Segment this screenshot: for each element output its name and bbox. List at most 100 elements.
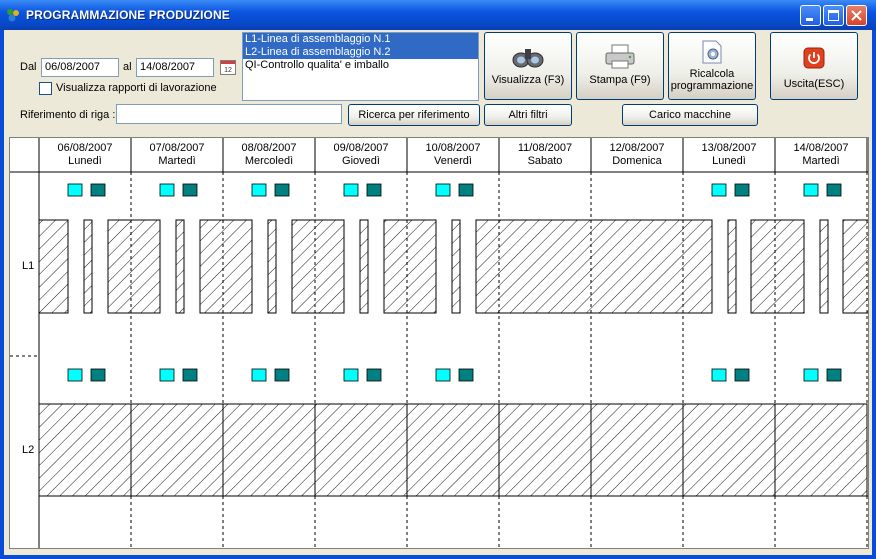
l1-production-block bbox=[842, 219, 868, 314]
marker-dark bbox=[274, 368, 290, 382]
day-header: 06/08/2007 Lunedì bbox=[39, 142, 131, 168]
l1-production-block bbox=[750, 219, 805, 314]
l1-production-block bbox=[451, 219, 461, 314]
title-bar[interactable]: PROGRAMMAZIONE PRODUZIONE bbox=[0, 0, 876, 30]
day-header: 12/08/2007 Domenica bbox=[591, 142, 683, 168]
day-header: 10/08/2007 Venerdì bbox=[407, 142, 499, 168]
list-item-l2[interactable]: L2-Linea di assemblaggio N.2 bbox=[243, 46, 478, 59]
stampa-label: Stampa (F9) bbox=[589, 74, 651, 86]
carico-macchine-button[interactable]: Carico macchine bbox=[622, 104, 758, 126]
l2-production-block bbox=[38, 403, 132, 497]
list-item-qi[interactable]: QI-Controllo qualita' e imballo bbox=[243, 59, 478, 72]
marker-dark bbox=[182, 368, 198, 382]
day-header: 09/08/2007 Giovedì bbox=[315, 142, 407, 168]
stampa-button[interactable]: Stampa (F9) bbox=[576, 32, 664, 100]
day-date: 07/08/2007 bbox=[149, 142, 205, 154]
l2-production-block bbox=[314, 403, 408, 497]
marker-dark bbox=[274, 183, 290, 197]
l2-production-block bbox=[406, 403, 500, 497]
day-date: 06/08/2007 bbox=[57, 142, 113, 154]
day-date: 08/08/2007 bbox=[241, 142, 297, 154]
close-button[interactable] bbox=[846, 5, 867, 26]
day-date: 10/08/2007 bbox=[425, 142, 481, 154]
marker-light bbox=[803, 368, 819, 382]
marker-dark bbox=[826, 183, 842, 197]
marker-light bbox=[159, 368, 175, 382]
al-date-input[interactable]: 14/08/2007 bbox=[136, 58, 214, 77]
l1-production-block bbox=[38, 219, 69, 314]
visualizza-button[interactable]: Visualizza (F3) bbox=[484, 32, 572, 100]
l1-production-block bbox=[383, 219, 437, 314]
day-weekday: Lunedì bbox=[68, 155, 102, 167]
window-title: PROGRAMMAZIONE PRODUZIONE bbox=[26, 8, 230, 22]
day-weekday: Giovedì bbox=[342, 155, 380, 167]
window: PROGRAMMAZIONE PRODUZIONE Dal 06/08/2007… bbox=[0, 0, 876, 559]
riferimento-input[interactable] bbox=[116, 104, 342, 124]
l2-production-block bbox=[774, 403, 868, 497]
l2-production-block bbox=[682, 403, 776, 497]
marker-dark bbox=[182, 183, 198, 197]
calendar-icon[interactable]: 12 bbox=[219, 58, 237, 76]
ricalcola-label-line1: Ricalcola bbox=[689, 68, 735, 80]
minimize-icon bbox=[806, 18, 813, 21]
day-weekday: Martedì bbox=[802, 155, 840, 167]
marker-light bbox=[343, 368, 359, 382]
day-header: 13/08/2007 Lunedì bbox=[683, 142, 775, 168]
marker-light bbox=[435, 368, 451, 382]
schedule-grid[interactable]: 06/08/2007 Lunedì 07/08/2007 Martedì 08/08/2… bbox=[9, 137, 869, 549]
day-header: 07/08/2007 Martedì bbox=[131, 142, 223, 168]
marker-dark bbox=[90, 183, 106, 197]
ricerca-button[interactable]: Ricerca per riferimento bbox=[348, 104, 480, 126]
l1-production-block bbox=[291, 219, 345, 314]
marker-light bbox=[251, 368, 267, 382]
schedule-canvas bbox=[10, 138, 868, 548]
l1-production-block bbox=[819, 219, 829, 314]
ricalcola-button[interactable]: Ricalcola programmazione bbox=[668, 32, 756, 100]
printer-icon bbox=[605, 44, 635, 69]
marker-dark bbox=[366, 183, 382, 197]
day-weekday: Domenica bbox=[612, 155, 662, 167]
list-item-l1[interactable]: L1-Linea di assemblaggio N.1 bbox=[243, 33, 478, 46]
maximize-button[interactable] bbox=[823, 5, 844, 26]
marker-dark bbox=[826, 368, 842, 382]
day-weekday: Mercoledì bbox=[244, 155, 294, 167]
lines-listbox[interactable]: L1-Linea di assemblaggio N.1 L2-Linea di… bbox=[242, 32, 479, 101]
power-icon bbox=[803, 47, 825, 69]
day-weekday: Venerdì bbox=[434, 155, 472, 167]
marker-light bbox=[803, 183, 819, 197]
visualizza-rapporti-checkbox[interactable] bbox=[39, 82, 52, 95]
l1-production-block bbox=[107, 219, 161, 314]
marker-light bbox=[435, 183, 451, 197]
l1-production-block bbox=[727, 219, 737, 314]
l1-production-block bbox=[83, 219, 93, 314]
day-weekday: Martedì bbox=[158, 155, 196, 167]
marker-light bbox=[711, 368, 727, 382]
close-icon bbox=[851, 10, 862, 21]
marker-light bbox=[251, 183, 267, 197]
dal-date-input[interactable]: 06/08/2007 bbox=[41, 58, 119, 77]
l2-production-block bbox=[590, 403, 684, 497]
minimize-button[interactable] bbox=[800, 5, 821, 26]
l2-production-block bbox=[130, 403, 224, 497]
l1-production-block bbox=[175, 219, 185, 314]
marker-dark bbox=[366, 368, 382, 382]
altri-filtri-button[interactable]: Altri filtri bbox=[484, 104, 572, 126]
al-label: al bbox=[123, 61, 132, 73]
uscita-label: Uscita(ESC) bbox=[783, 78, 845, 90]
l2-production-block bbox=[498, 403, 592, 497]
marker-light bbox=[67, 368, 83, 382]
marker-dark bbox=[734, 183, 750, 197]
row-label-l2: L2 bbox=[22, 444, 35, 456]
l1-production-block bbox=[359, 219, 369, 314]
dal-label: Dal bbox=[20, 61, 37, 73]
day-date: 13/08/2007 bbox=[701, 142, 757, 154]
uscita-button[interactable]: Uscita(ESC) bbox=[770, 32, 858, 100]
marker-light bbox=[67, 183, 83, 197]
day-date: 12/08/2007 bbox=[609, 142, 665, 154]
l1-production-block bbox=[199, 219, 253, 314]
marker-dark bbox=[458, 183, 474, 197]
l1-production-block bbox=[475, 219, 713, 314]
visualizza-label: Visualizza (F3) bbox=[491, 74, 565, 86]
binoculars-icon bbox=[512, 49, 544, 68]
day-weekday: Lunedì bbox=[712, 155, 746, 167]
